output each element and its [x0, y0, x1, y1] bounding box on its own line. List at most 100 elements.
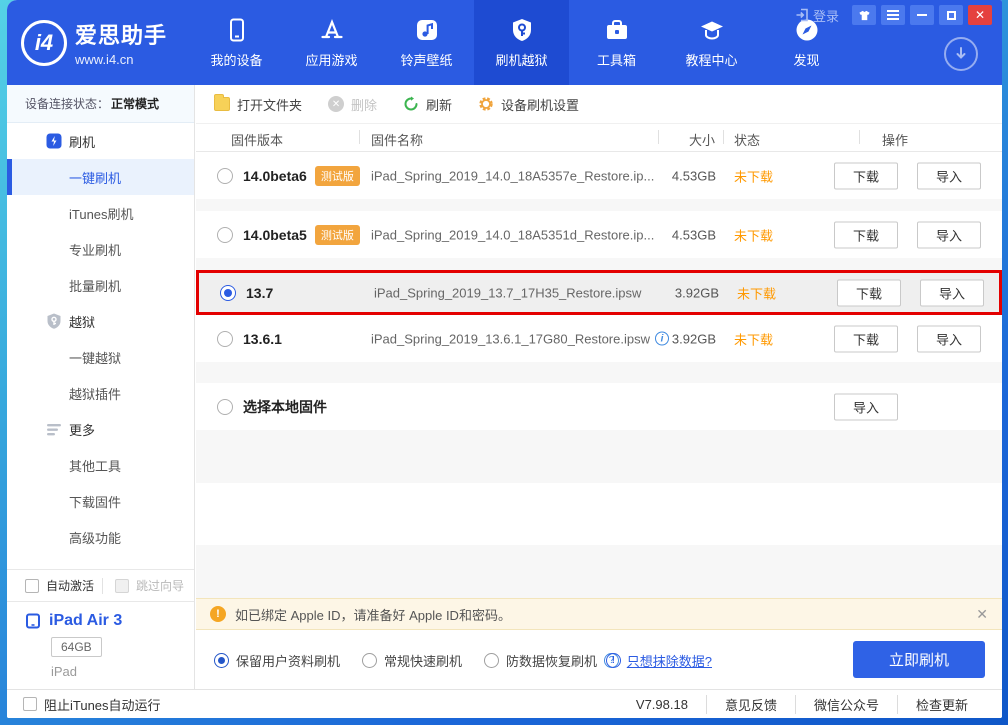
sidebar-item-pro-flash[interactable]: 专业刷机	[7, 231, 194, 267]
option-label: 常规快速刷机	[384, 653, 463, 669]
download-firmware-button[interactable]: 下载	[834, 325, 898, 352]
nav-tab-ringtones[interactable]: 铃声壁纸	[379, 0, 474, 85]
titlebar: i4 爱思助手 www.i4.cn 我的设备 应用游戏 铃声壁纸 刷机越狱 工具…	[7, 0, 1002, 85]
skin-theme-button[interactable]	[852, 5, 876, 25]
sidebar-item-itunes-flash[interactable]: iTunes刷机	[7, 195, 194, 231]
folder-icon	[214, 94, 230, 111]
import-firmware-button[interactable]: 导入	[917, 325, 981, 352]
refresh-button[interactable]: 刷新	[403, 95, 452, 114]
notice-close-icon[interactable]: ✕	[976, 606, 988, 623]
maximize-button[interactable]	[939, 5, 963, 25]
empty-stripe	[196, 430, 1002, 483]
firmware-row-local: 选择本地固件 导入	[196, 383, 1002, 430]
login-button[interactable]: 登录	[795, 6, 839, 25]
erase-data-link[interactable]: 只想抹除数据?	[627, 651, 712, 670]
local-firmware-label: 选择本地固件	[243, 398, 327, 415]
minimize-button[interactable]	[910, 5, 934, 25]
nav-tab-toolbox[interactable]: 工具箱	[569, 0, 664, 85]
option-normal-fast-flash[interactable]: 常规快速刷机	[362, 651, 462, 670]
normal-fast-flash-radio[interactable]	[362, 652, 378, 668]
download-firmware-button[interactable]: 下载	[837, 279, 901, 306]
main-menu-button[interactable]	[881, 5, 905, 25]
nav-tab-my-device[interactable]: 我的设备	[189, 0, 284, 85]
option-keep-user-data[interactable]: 保留用户资料刷机	[214, 651, 340, 670]
sidebar-item-download-firmware[interactable]: 下载固件	[7, 483, 194, 519]
firmware-radio[interactable]	[217, 398, 233, 415]
open-folder-button[interactable]: 打开文件夹	[214, 94, 303, 114]
logo-monogram-icon: i4	[21, 19, 67, 66]
firmware-name: iPad_Spring_2019_13.6.1_17G80_Restore.ip…	[371, 331, 650, 346]
flash-options-panel: 保留用户资料刷机 常规快速刷机 防数据恢复刷机 ? ! 只想抹除数据? 立即刷机	[196, 630, 1002, 690]
empty-stripe	[196, 483, 1002, 545]
firmware-name: iPad_Spring_2019_14.0_18A5357e_Restore.i…	[371, 168, 655, 183]
row-gap	[196, 362, 1002, 383]
keep-user-data-radio[interactable]	[214, 652, 229, 668]
refresh-label: 刷新	[426, 97, 453, 113]
shirt-icon	[858, 10, 870, 20]
row-gap	[196, 199, 1002, 211]
apple-id-notice: ! 如已绑定 Apple ID，请准备好 Apple ID和密码。 ✕	[196, 598, 1002, 630]
sidebar-item-advanced-features[interactable]: 高级功能	[7, 519, 194, 555]
col-size: 大小	[689, 133, 716, 148]
firmware-radio[interactable]	[217, 330, 233, 347]
wechat-link[interactable]: 微信公众号	[794, 694, 897, 714]
sidebar-group-jailbreak[interactable]: 越狱	[7, 303, 194, 339]
sidebar-item-one-key-jailbreak[interactable]: 一键越狱	[7, 339, 194, 375]
delete-button[interactable]: ✕ 删除	[328, 95, 377, 114]
device-flash-settings-button[interactable]: 设备刷机设置	[478, 95, 579, 114]
download-manager-button[interactable]	[944, 37, 978, 71]
check-update-link[interactable]: 检查更新	[896, 694, 986, 714]
connection-status-label: 设备连接状态：	[25, 97, 110, 111]
warning-icon: !	[210, 606, 226, 622]
firmware-table-header: 固件版本 固件名称 大小 状态 操作	[196, 124, 1002, 152]
close-button[interactable]: ✕	[968, 5, 992, 25]
sidebar-item-batch-flash[interactable]: 批量刷机	[7, 267, 194, 303]
anti-data-recovery-radio[interactable]	[484, 652, 500, 668]
firmware-radio[interactable]	[217, 226, 233, 243]
sidebar-group-more[interactable]: 更多	[7, 411, 194, 447]
sidebar-item-one-key-flash[interactable]: 一键刷机	[7, 159, 194, 195]
download-firmware-button[interactable]: 下载	[834, 162, 898, 189]
sidebar-group-label: 更多	[69, 422, 96, 438]
sidebar-item-jailbreak-plugins[interactable]: 越狱插件	[7, 375, 194, 411]
nav-tab-label: 铃声壁纸	[400, 52, 453, 68]
ringtone-icon	[414, 17, 440, 43]
close-icon: ✕	[974, 8, 986, 22]
flash-now-button[interactable]: 立即刷机	[853, 641, 985, 678]
nav-tab-flash-jailbreak[interactable]: 刷机越狱	[474, 0, 569, 85]
nav-tab-apps-games[interactable]: 应用游戏	[284, 0, 379, 85]
firmware-row: 14.0beta6 测试版 iPad_Spring_2019_14.0_18A53…	[196, 152, 1002, 199]
firmware-name: iPad_Spring_2019_13.7_17H35_Restore.ipsw	[374, 285, 642, 300]
firmware-radio[interactable]	[217, 167, 233, 184]
sidebar-item-label: 批量刷机	[69, 278, 122, 294]
sidebar: 设备连接状态： 正常模式 刷机 一键刷机 iTunes刷机 专业刷机 批量刷机	[7, 85, 195, 689]
sidebar-group-flash[interactable]: 刷机	[7, 123, 194, 159]
import-firmware-button[interactable]: 导入	[920, 279, 984, 306]
feedback-link[interactable]: 意见反馈	[705, 694, 795, 714]
notice-text: 如已绑定 Apple ID，请准备好 Apple ID和密码。	[235, 607, 511, 623]
nav-tab-tutorials[interactable]: 教程中心	[664, 0, 759, 85]
jailbreak-shield-icon	[45, 312, 63, 330]
block-itunes-checkbox[interactable]	[23, 697, 37, 711]
auto-activate-label: 自动激活	[46, 579, 95, 593]
firmware-status: 未下载	[734, 332, 774, 347]
nav-tab-label: 应用游戏	[305, 52, 358, 68]
import-firmware-button[interactable]: 导入	[834, 393, 898, 420]
device-card: iPad Air 3 64GB iPad	[7, 602, 194, 679]
column-divider	[658, 130, 659, 144]
erase-data-group[interactable]: ! 只想抹除数据?	[605, 651, 712, 670]
option-anti-data-recovery[interactable]: 防数据恢复刷机 ?	[484, 651, 620, 670]
col-action: 操作	[882, 133, 909, 148]
row-gap	[196, 258, 1002, 270]
app-window: i4 爱思助手 www.i4.cn 我的设备 应用游戏 铃声壁纸 刷机越狱 工具…	[7, 0, 1002, 718]
skip-wizard-checkbox[interactable]	[115, 578, 130, 593]
import-firmware-button[interactable]: 导入	[917, 221, 981, 248]
download-firmware-button[interactable]: 下载	[834, 221, 898, 248]
more-list-icon	[45, 420, 63, 438]
import-firmware-button[interactable]: 导入	[917, 162, 981, 189]
open-folder-label: 打开文件夹	[237, 97, 303, 113]
auto-activate-checkbox[interactable]	[25, 578, 39, 593]
firmware-radio-selected[interactable]	[220, 284, 236, 301]
sidebar-item-other-tools[interactable]: 其他工具	[7, 447, 194, 483]
desktop-background: i4 爱思助手 www.i4.cn 我的设备 应用游戏 铃声壁纸 刷机越狱 工具…	[0, 0, 1008, 725]
